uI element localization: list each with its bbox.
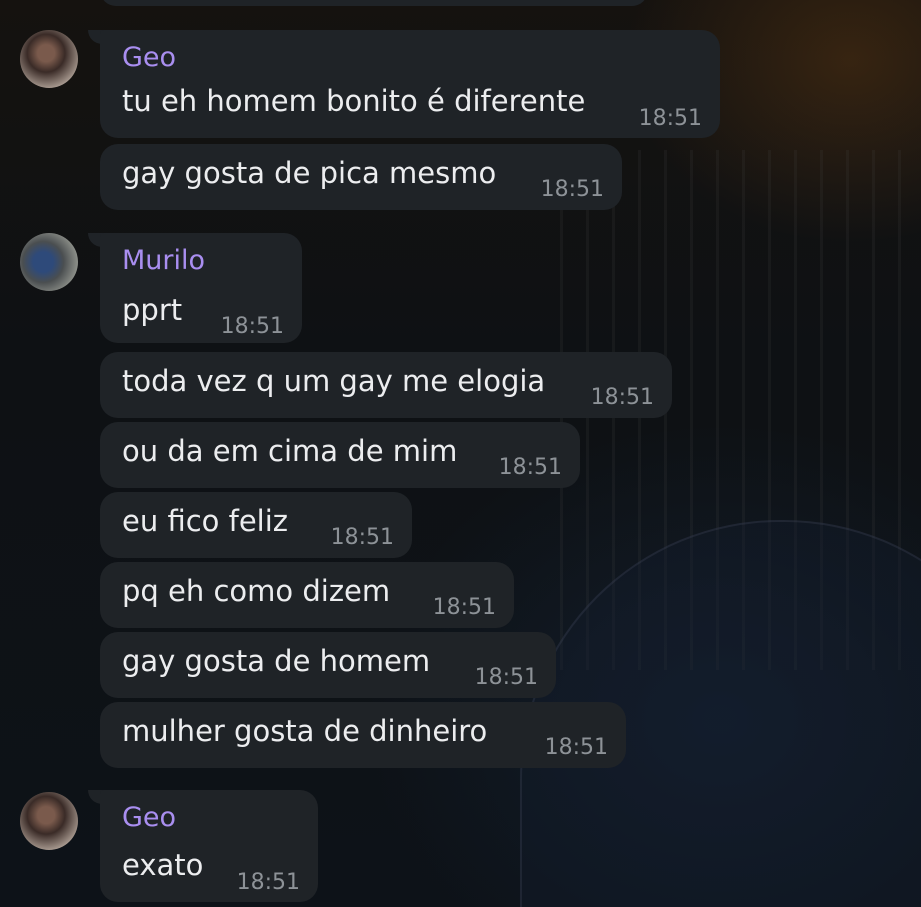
message-text: eu fico feliz — [122, 504, 288, 538]
message-text: pprt — [122, 293, 183, 327]
avatar-geo[interactable] — [20, 30, 78, 88]
message-time: 18:51 — [236, 870, 300, 895]
avatar-geo[interactable] — [20, 792, 78, 850]
message-text: mulher gosta de dinheiro — [122, 714, 488, 748]
message-time: 18:51 — [330, 525, 394, 550]
message-bubble[interactable]: toda vez q um gay me elogia 18:51 — [100, 352, 672, 418]
message-time: 18:51 — [474, 665, 538, 690]
message-text: gay gosta de homem — [122, 644, 431, 678]
previous-message-bubble[interactable] — [100, 0, 648, 6]
message-text: gay gosta de pica mesmo — [122, 156, 497, 190]
message-time: 18:51 — [590, 385, 654, 410]
message-bubble[interactable]: Murilo pprt 18:51 — [100, 233, 302, 343]
message-text: ou da em cima de mim — [122, 434, 458, 468]
message-bubble[interactable]: mulher gosta de dinheiro 18:51 — [100, 702, 626, 768]
avatar-murilo[interactable] — [20, 233, 78, 291]
message-bubble[interactable]: pq eh como dizem 18:51 — [100, 562, 514, 628]
message-time: 18:51 — [432, 595, 496, 620]
message-bubble[interactable]: Geo tu eh homem bonito é diferente 18:51 — [100, 30, 720, 138]
message-bubble[interactable]: ou da em cima de mim 18:51 — [100, 422, 580, 488]
message-bubble[interactable]: Geo exato 18:51 — [100, 790, 318, 902]
message-time: 18:51 — [220, 314, 284, 339]
message-time: 18:51 — [638, 106, 702, 131]
message-text: exato — [122, 848, 204, 882]
message-time: 18:51 — [498, 455, 562, 480]
message-bubble[interactable]: gay gosta de homem 18:51 — [100, 632, 556, 698]
sender-name[interactable]: Geo — [122, 802, 176, 833]
message-bubble[interactable]: eu fico feliz 18:51 — [100, 492, 412, 558]
sender-name[interactable]: Geo — [122, 42, 176, 73]
message-text: pq eh como dizem — [122, 574, 391, 608]
message-text: tu eh homem bonito é diferente — [122, 84, 586, 118]
message-time: 18:51 — [544, 735, 608, 760]
message-bubble[interactable]: gay gosta de pica mesmo 18:51 — [100, 144, 622, 210]
sender-name[interactable]: Murilo — [122, 245, 205, 276]
message-time: 18:51 — [540, 177, 604, 202]
message-text: toda vez q um gay me elogia — [122, 364, 546, 398]
